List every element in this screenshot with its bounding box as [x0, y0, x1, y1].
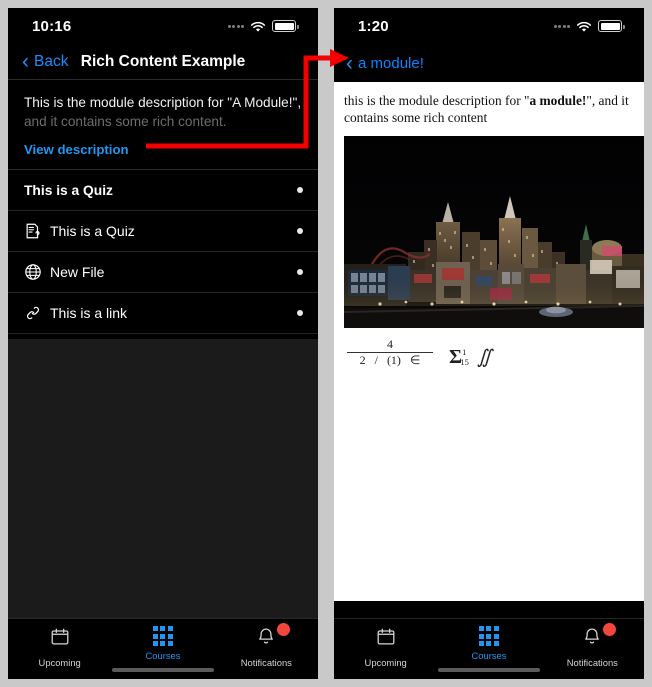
status-dot-icon [297, 310, 303, 316]
globe-icon [24, 263, 50, 281]
list-item[interactable]: This is a Quiz [8, 211, 318, 252]
summation-expression: Σ 1 15 ∬ [449, 347, 492, 369]
desc-text-before: this is the module description for " [344, 93, 530, 108]
tab-label: Courses [145, 650, 181, 661]
fraction-numerator: 4 [387, 337, 393, 351]
list-item[interactable]: New File [8, 252, 318, 293]
chevron-left-icon: ‹ [22, 50, 29, 73]
tab-notifications[interactable]: Notifications [215, 623, 318, 668]
status-dot-icon [297, 228, 303, 234]
fraction-denominator: 2 / (1) ∈ [359, 352, 421, 367]
notification-badge [276, 623, 290, 636]
double-integral-icon: ∬ [476, 347, 492, 369]
tab-notifications[interactable]: Notifications [541, 623, 644, 668]
right-tab-bar: Upcoming Courses Notifications [334, 618, 644, 679]
sigma-superscript: 1 [462, 347, 467, 358]
status-dot-icon [297, 269, 303, 275]
module-description-block: This is the module description for "A Mo… [8, 80, 318, 170]
left-phone-panel: 10:16 ‹ Back Rich Content Example This i… [8, 8, 318, 679]
empty-area [8, 339, 318, 618]
tab-label: Courses [471, 650, 507, 661]
screenshot-stage: 10:16 ‹ Back Rich Content Example This i… [0, 0, 652, 687]
left-status-bar: 10:16 [8, 8, 318, 44]
signal-dots-icon [227, 24, 244, 28]
wifi-icon [576, 20, 592, 32]
module-items-list: This is a Quiz This is a Quiz New File T… [8, 170, 318, 334]
tab-label: Notifications [240, 657, 292, 668]
tab-courses[interactable]: Courses [437, 626, 540, 661]
back-button-label: Back [34, 52, 69, 70]
home-indicator[interactable] [112, 668, 214, 672]
sigma-subscript: 15 [460, 357, 469, 368]
status-icon-group [227, 20, 299, 32]
tab-label: Notifications [566, 657, 618, 668]
status-clock: 1:20 [358, 17, 389, 35]
battery-icon [598, 20, 625, 32]
home-indicator[interactable] [438, 668, 540, 672]
math-formula: 4 2 / (1) ∈ Σ 1 15 ∬ [344, 338, 634, 369]
left-nav-bar: ‹ Back Rich Content Example [8, 44, 318, 80]
status-icon-group [553, 20, 625, 32]
right-nav-bar: ‹ a module! [334, 44, 644, 82]
tab-label: Upcoming [38, 657, 81, 668]
bell-icon [255, 626, 277, 653]
link-icon [24, 304, 50, 322]
tab-upcoming[interactable]: Upcoming [8, 626, 111, 668]
back-button-label: a module! [358, 54, 424, 72]
list-item-label: New File [50, 264, 105, 280]
chevron-left-icon: ‹ [346, 51, 353, 75]
tab-label: Upcoming [364, 657, 407, 668]
tab-upcoming[interactable]: Upcoming [334, 626, 437, 668]
right-status-bar: 1:20 [334, 8, 644, 44]
las-vegas-night-skyline-photo [344, 136, 644, 328]
view-description-link[interactable]: View description [24, 142, 302, 157]
list-item-label: This is a link [50, 305, 128, 321]
grid-icon [152, 626, 173, 646]
left-tab-bar: Upcoming Courses Notifications [8, 618, 318, 679]
right-phone-panel: 1:20 ‹ a module! this is the module desc… [334, 8, 644, 679]
wifi-icon [250, 20, 266, 32]
denominator-part: / [374, 352, 378, 367]
back-button[interactable]: ‹ Back [22, 51, 68, 72]
denominator-part: (1) [386, 352, 401, 367]
module-description-text: this is the module description for "a mo… [344, 92, 634, 126]
description-line-2: and it contains some rich content. [24, 114, 227, 129]
battery-icon [272, 20, 299, 32]
status-clock: 10:16 [32, 17, 72, 35]
calendar-icon [375, 626, 397, 653]
desc-text-bold: a module! [529, 93, 587, 108]
signal-dots-icon [553, 24, 570, 28]
rich-content-area: this is the module description for "a mo… [334, 82, 644, 601]
grid-icon [478, 626, 499, 646]
bell-icon [581, 626, 603, 653]
notification-badge [602, 623, 616, 636]
tab-courses[interactable]: Courses [111, 626, 214, 661]
back-button[interactable]: ‹ a module! [346, 53, 424, 74]
status-dot-icon [297, 187, 303, 193]
denominator-part: ∈ [409, 352, 421, 367]
list-item[interactable]: This is a Quiz [8, 170, 318, 211]
quiz-icon [24, 222, 50, 240]
denominator-part: 2 [359, 352, 366, 367]
fraction-expression: 4 2 / (1) ∈ [347, 338, 433, 366]
description-line-1: This is the module description for "A Mo… [24, 95, 302, 110]
list-item[interactable]: This is a link [8, 293, 318, 334]
calendar-icon [49, 626, 71, 653]
list-item-label: This is a Quiz [24, 182, 113, 198]
list-item-label: This is a Quiz [50, 223, 135, 239]
